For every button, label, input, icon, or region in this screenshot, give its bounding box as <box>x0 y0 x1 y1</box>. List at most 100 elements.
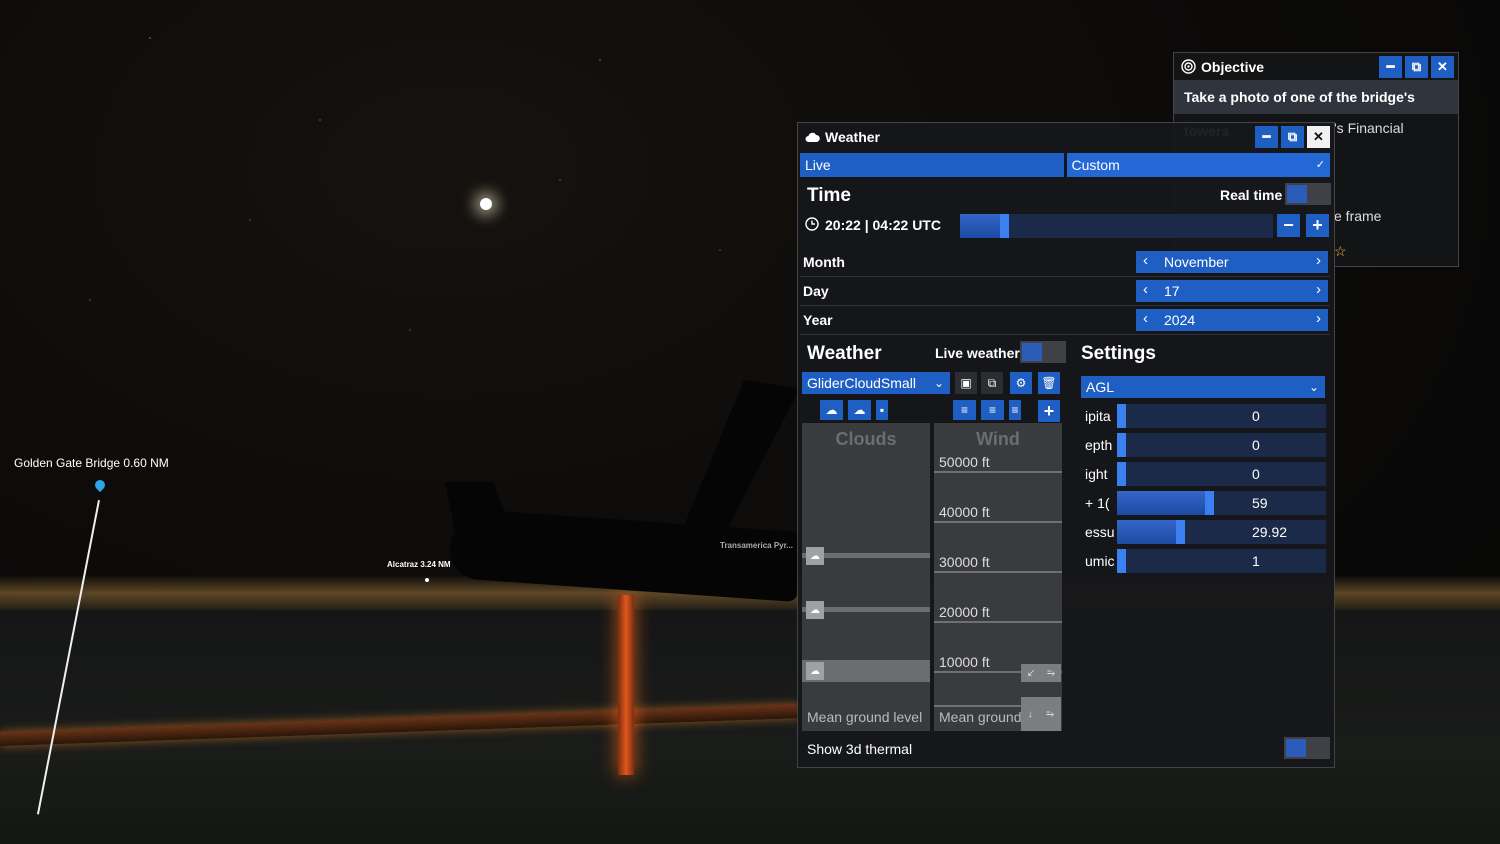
add-layer-button[interactable]: + <box>1038 400 1060 422</box>
chevron-down-icon: ⌄ <box>1308 380 1319 394</box>
slider-thumb[interactable] <box>1117 549 1126 573</box>
poi-marker[interactable] <box>425 578 429 582</box>
objective-title: Objective <box>1201 58 1265 75</box>
day-value: 17 <box>1164 283 1180 299</box>
year-spinner[interactable]: ‹ 2024 › <box>1136 309 1328 331</box>
tab-live[interactable]: Live <box>800 153 1064 177</box>
preset-dropdown[interactable]: GliderCloudSmall ⌄ <box>802 372 950 394</box>
altitude-label: 10000 ft <box>939 654 990 670</box>
slider-thumb[interactable] <box>1205 491 1214 515</box>
objective-bg-text-1: 's Financial <box>1334 120 1404 136</box>
settings-row-value: 0 <box>1252 437 1260 453</box>
settings-slider[interactable]: 0 <box>1117 404 1326 428</box>
slider-thumb[interactable] <box>1117 433 1126 457</box>
wind-layer-handle[interactable]: ↓ ⥱ <box>1021 697 1061 731</box>
altitude-line <box>934 621 1062 623</box>
month-value: November <box>1164 254 1229 270</box>
live-weather-toggle[interactable] <box>1020 341 1066 363</box>
clock-icon <box>805 217 819 234</box>
chevron-left-icon[interactable]: ‹ <box>1143 310 1148 327</box>
settings-slider[interactable]: 0 <box>1117 462 1326 486</box>
altitude-label: 40000 ft <box>939 504 990 520</box>
year-value: 2024 <box>1164 312 1196 328</box>
settings-slider[interactable]: 29.92 <box>1117 520 1326 544</box>
settings-row: epth 0 <box>1081 433 1327 457</box>
add-cloud-icon[interactable]: ▪ <box>876 400 888 420</box>
settings-slider[interactable]: 0 <box>1117 433 1326 457</box>
cloud-layer-handle[interactable]: ☁ <box>806 547 824 565</box>
chevron-left-icon[interactable]: ‹ <box>1143 252 1148 269</box>
minimize-icon[interactable]: ━ <box>1379 55 1402 78</box>
popout-icon[interactable]: ⧉ <box>1281 125 1304 148</box>
clouds-mean-ground-label: Mean ground level <box>807 709 923 725</box>
cloud-layer-handle[interactable]: ☁ <box>806 662 824 680</box>
preset-value: GliderCloudSmall <box>807 375 916 391</box>
time-slider[interactable] <box>960 214 1273 238</box>
settings-slider[interactable]: 59 <box>1117 491 1326 515</box>
add-cloud-icon[interactable]: ☁ <box>848 400 871 420</box>
year-row: Year ‹ 2024 › <box>800 307 1330 335</box>
chevron-right-icon[interactable]: › <box>1316 310 1321 327</box>
increase-time-button[interactable]: + <box>1306 214 1329 237</box>
altitude-label: 50000 ft <box>939 454 990 470</box>
wind-mean-ground-label: Mean ground level <box>939 709 1023 725</box>
settings-row-label: essu <box>1085 524 1115 540</box>
clouds-label: Clouds <box>835 429 897 449</box>
wind-column: Wind 50000 ft 40000 ft 30000 ft 20000 ft… <box>934 423 1062 731</box>
objective-text: Take a photo of one of the bridge's towe… <box>1174 80 1458 139</box>
settings-row-value: 59 <box>1252 495 1268 511</box>
settings-row-value: 0 <box>1252 408 1260 424</box>
wind-icon[interactable]: ≡ <box>981 400 1004 420</box>
close-icon[interactable]: ✕ <box>1431 55 1454 78</box>
weather-title: Weather <box>825 128 880 145</box>
show-3d-thermal-toggle[interactable] <box>1284 737 1330 759</box>
moon <box>480 198 492 210</box>
show-3d-thermal-label: Show 3d thermal <box>807 741 913 757</box>
month-spinner[interactable]: ‹ November › <box>1136 251 1328 273</box>
add-cloud-icon[interactable]: ☁ <box>820 400 843 420</box>
wind-icon[interactable]: ≡ <box>1009 400 1021 420</box>
trash-icon[interactable]: 🗑 <box>1038 372 1060 394</box>
altitude-line <box>934 471 1062 473</box>
chevron-right-icon[interactable]: › <box>1316 281 1321 298</box>
settings-row-label: ight <box>1085 466 1108 482</box>
settings-row-value: 29.92 <box>1252 524 1288 540</box>
wind-icon[interactable]: ≡ <box>953 400 976 420</box>
star-icon[interactable]: ☆ <box>1334 243 1347 260</box>
real-time-toggle[interactable] <box>1285 183 1331 205</box>
settings-row-label: ipita <box>1085 408 1111 424</box>
settings-row: ipita 0 <box>1081 404 1327 428</box>
slider-thumb[interactable] <box>1117 404 1126 428</box>
settings-row-label: + 1( <box>1085 495 1110 511</box>
close-icon[interactable]: ✕ <box>1307 125 1330 148</box>
gear-icon[interactable]: ⚙ <box>1010 372 1032 394</box>
settings-row: + 1( 59 <box>1081 491 1327 515</box>
day-label: Day <box>803 283 829 299</box>
settings-row-label: epth <box>1085 437 1113 453</box>
altitude-reference-dropdown[interactable]: AGL ⌄ <box>1081 376 1325 398</box>
slider-fill <box>1117 491 1205 515</box>
chevron-right-icon[interactable]: › <box>1316 252 1321 269</box>
target-icon <box>1181 59 1196 74</box>
cloud-layer-handle[interactable]: ☁ <box>806 601 824 619</box>
wind-layer-handle[interactable]: ↙ ⥱ <box>1021 664 1061 682</box>
chevron-left-icon[interactable]: ‹ <box>1143 281 1148 298</box>
minimize-icon[interactable]: ━ <box>1255 125 1278 148</box>
chevron-down-icon: ⌄ <box>933 376 944 390</box>
poi-label-pyramid[interactable]: Transamerica Pyr... <box>720 541 796 550</box>
poi-label-golden-gate[interactable]: Golden Gate Bridge 0.60 NM <box>14 456 169 470</box>
month-label: Month <box>803 254 845 270</box>
day-spinner[interactable]: ‹ 17 › <box>1136 280 1328 302</box>
objective-titlebar[interactable]: Objective ━ ⧉ ✕ <box>1174 53 1458 80</box>
tab-custom[interactable]: Custom ✓ <box>1066 153 1330 177</box>
slider-thumb[interactable] <box>1117 462 1126 486</box>
decrease-time-button[interactable]: − <box>1277 214 1300 237</box>
popout-icon[interactable]: ⧉ <box>1405 55 1428 78</box>
settings-row: umic 1 <box>1081 549 1327 573</box>
slider-thumb[interactable] <box>1176 520 1185 544</box>
settings-slider[interactable]: 1 <box>1117 549 1326 573</box>
save-icon[interactable]: ▣ <box>955 372 977 394</box>
poi-label-alcatraz[interactable]: Alcatraz 3.24 NM <box>387 560 451 569</box>
copy-icon[interactable]: ⧉ <box>981 372 1003 394</box>
weather-titlebar[interactable]: Weather ━ ⧉ ✕ <box>798 123 1334 150</box>
